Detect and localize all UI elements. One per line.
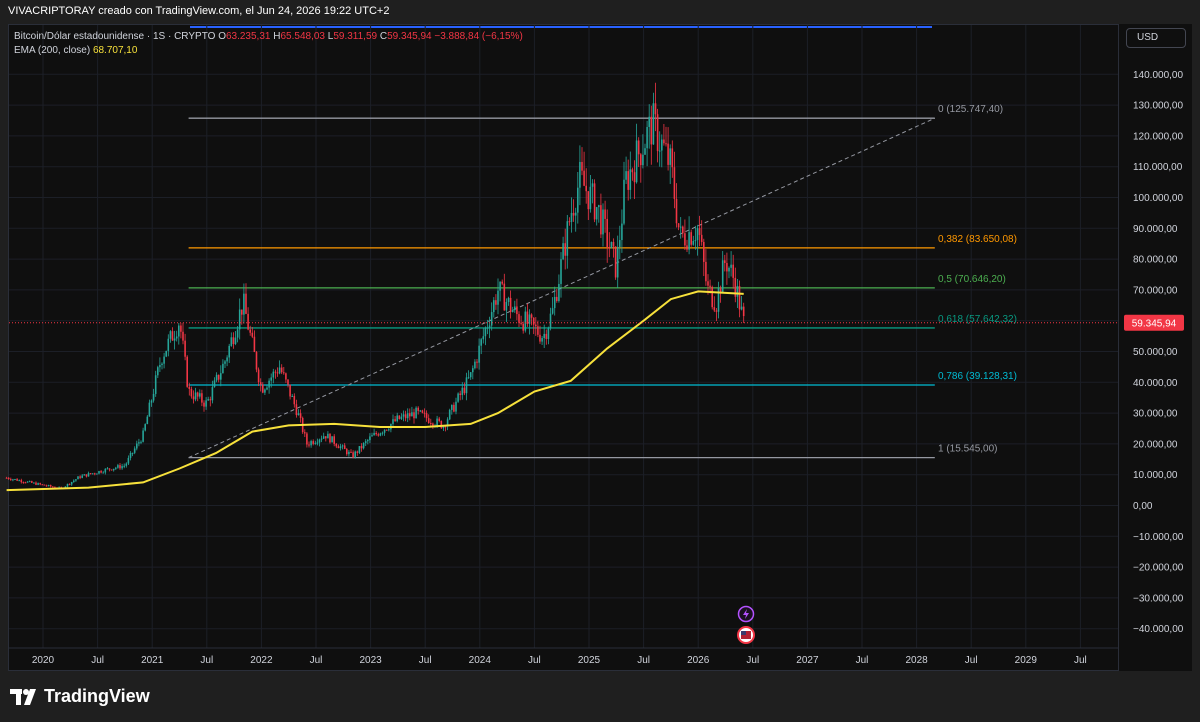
open-label: O [218,31,226,42]
high-value: 65.548,03 [280,31,325,42]
change-value: −3.888,84 (−6,15%) [434,31,523,42]
close-label: C [379,31,388,42]
brand-name: TradingView [44,686,150,706]
tradingview-logo-icon [10,687,40,707]
open-value: 63.235,31 [225,31,271,42]
low-value: 59.311,59 [333,31,378,42]
symbol-name[interactable]: Bitcoin/Dólar estadounidense · 1S · CRYP… [14,31,215,42]
legend-ema-row: EMA (200, close) 68.707,10 [14,44,523,58]
legend: Bitcoin/Dólar estadounidense · 1S · CRYP… [14,30,523,58]
ema-label[interactable]: EMA (200, close) [14,45,90,56]
price-axis[interactable] [1118,24,1192,671]
chart-pane[interactable] [8,24,1192,671]
watermark-bar: VIVACRIPTORAY creado con TradingView.com… [0,0,1200,24]
watermark-text: VIVACRIPTORAY creado con TradingView.com… [8,5,390,17]
currency-button[interactable]: USD [1126,28,1186,48]
brand[interactable]: TradingView [10,686,150,707]
footer [0,671,1200,722]
ema-value: 68.707,10 [92,45,138,56]
close-value: 59.345,94 [387,31,432,42]
legend-ohlc-row: Bitcoin/Dólar estadounidense · 1S · CRYP… [14,30,523,44]
